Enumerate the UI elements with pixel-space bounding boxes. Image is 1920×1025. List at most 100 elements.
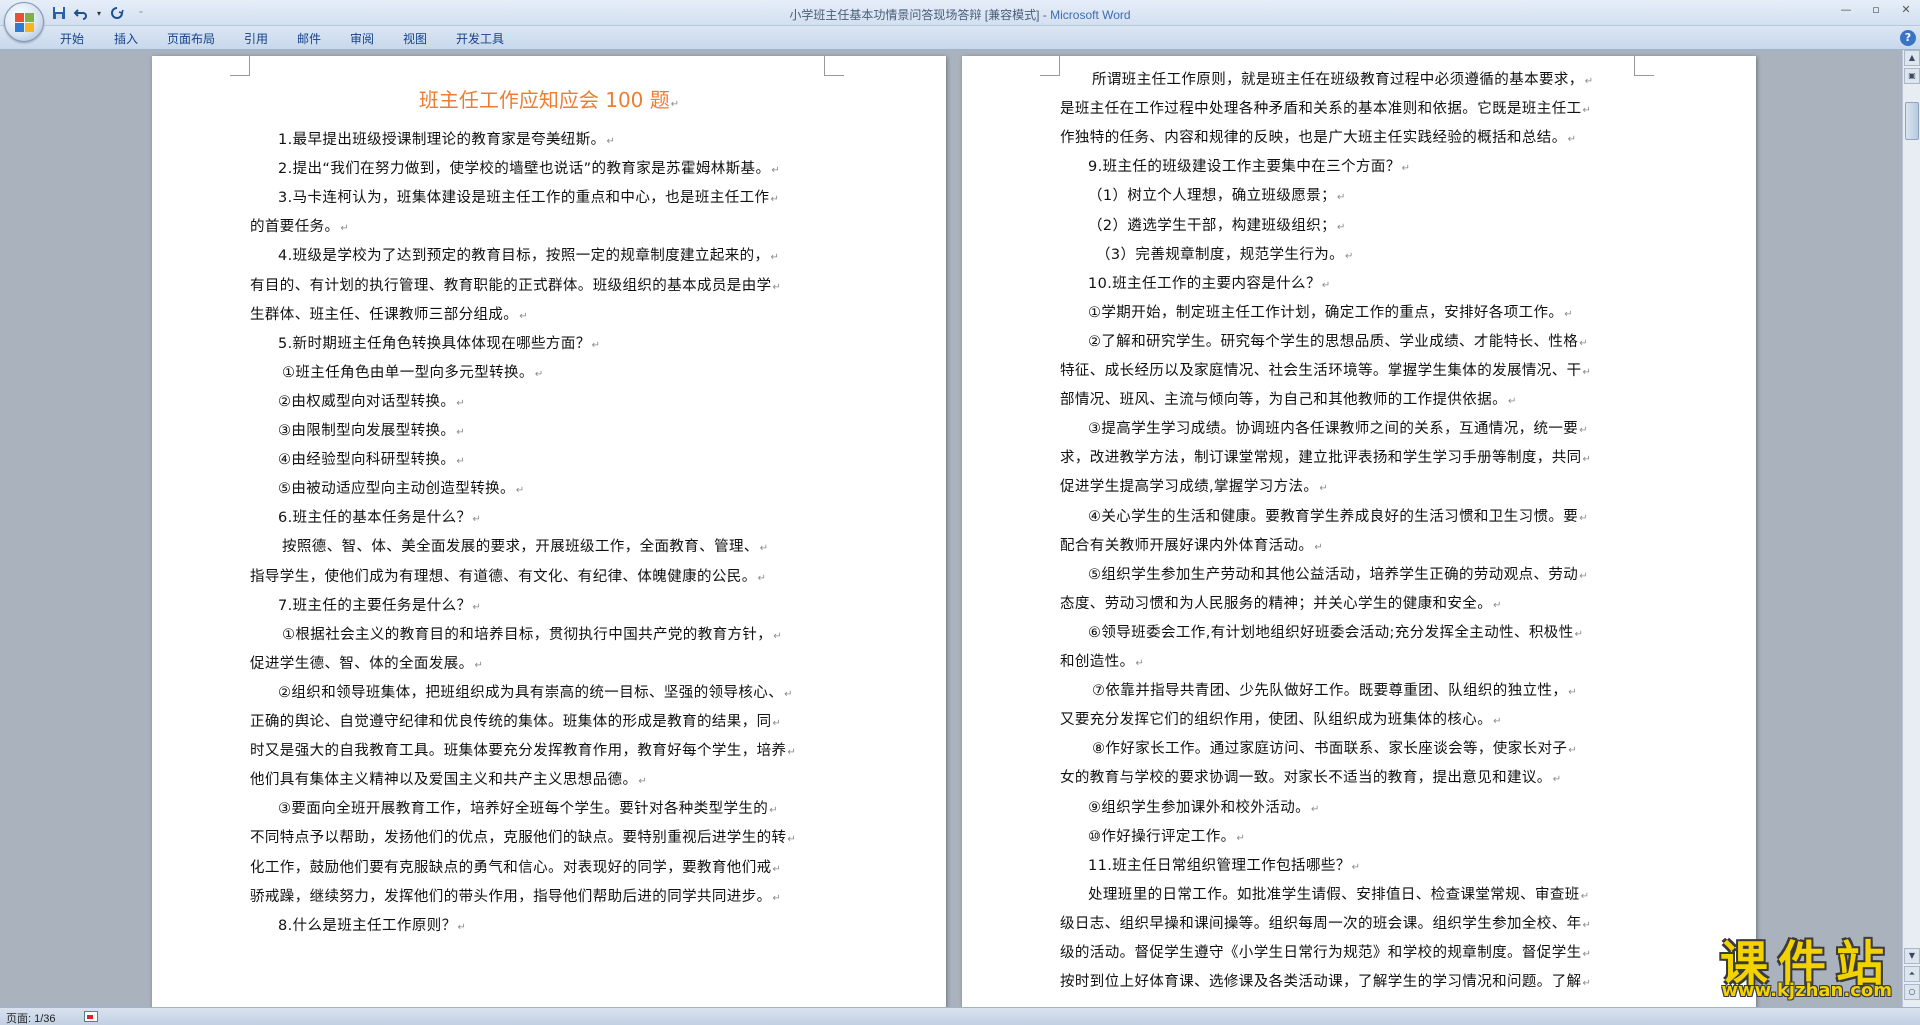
text-line-content: ①学期开始，制定班主任工作计划，确定工作的重点，安排好各项工作。 bbox=[1088, 304, 1564, 321]
text-line-content: 女的教育与学校的要求协调一致。对家长不适当的教育，提出意见和建议。 bbox=[1060, 770, 1552, 787]
text-line-content: 态度、劳动习惯和为人民服务的精神；并关心学生的健康和安全。 bbox=[1060, 595, 1493, 612]
paragraph-mark: ↵ bbox=[1582, 978, 1592, 990]
text-line: 10.班主任工作的主要内容是什么？↵ bbox=[1088, 272, 1331, 293]
text-line-content: 有目的、有计划的执行管理、教育职能的正式群体。班级组织的基本成员是由学 bbox=[250, 277, 772, 294]
help-icon[interactable]: ? bbox=[1900, 30, 1916, 46]
text-line: 8.什么是班主任工作原则？↵ bbox=[278, 914, 466, 935]
text-line-content: ②组织和领导班集体，把班组织成为具有崇高的统一目标、坚强的领导核心、 bbox=[278, 684, 784, 701]
text-line: ②了解和研究学生。研究每个学生的思想品质、学业成绩、才能特长、性格↵ bbox=[1088, 330, 1588, 351]
previous-page-icon[interactable]: ⏶ bbox=[1904, 966, 1920, 982]
text-line: ②由权威型向对话型转换。↵ bbox=[278, 390, 465, 411]
text-line-content: ④由经验型向科研型转换。 bbox=[278, 452, 456, 469]
text-line-content: ②由权威型向对话型转换。 bbox=[278, 393, 456, 410]
paragraph-mark: ↵ bbox=[1236, 832, 1246, 844]
paragraph-mark: ↵ bbox=[1135, 658, 1145, 669]
document-heading-text: 班主任工作应知应会 100 题 bbox=[418, 88, 670, 112]
proofing-status-icon[interactable] bbox=[84, 1011, 98, 1022]
text-line: 级的活动。督促学生遵守《小学生日常行为规范》和学校的规章制度。督促学生↵ bbox=[1060, 941, 1591, 962]
text-line-content: （1）树立个人理想，确立班级愿景； bbox=[1088, 188, 1337, 205]
text-line: ③要面向全班开展教育工作，培养好全班每个学生。要针对各种类型学生的↵ bbox=[278, 797, 778, 818]
paragraph-mark: ↵ bbox=[772, 281, 782, 293]
paragraph-mark: ↵ bbox=[1311, 803, 1320, 815]
text-line: 促进学生提高学习成绩,掌握学习方法。↵ bbox=[1060, 475, 1328, 496]
text-line-content: 3.马卡连柯认为，班集体建设是班主任工作的重点和中心，也是班主任工作 bbox=[278, 190, 770, 207]
close-icon[interactable]: ✕ bbox=[1898, 3, 1914, 16]
paragraph-mark: ↵ bbox=[1579, 337, 1588, 349]
paragraph-mark: ↵ bbox=[472, 601, 482, 613]
paragraph-mark: ↵ bbox=[1345, 250, 1354, 262]
text-line: 配合有关教师开展好课内外体育活动。↵ bbox=[1060, 534, 1323, 555]
browse-object-icon[interactable]: ○ bbox=[1904, 984, 1920, 1000]
text-line-content: 11.班主任日常组织管理工作包括哪些？ bbox=[1088, 857, 1351, 874]
text-line-content: 生群体、班主任、任课教师三部分组成。 bbox=[250, 306, 519, 323]
page-number-status[interactable]: 页面: 1/36 bbox=[6, 1010, 56, 1025]
text-line-content: ⑤组织学生参加生产劳动和其他公益活动，培养学生正确的劳动观点、劳动 bbox=[1088, 566, 1579, 583]
paragraph-mark: ↵ bbox=[1351, 861, 1361, 873]
tab-review[interactable]: 审阅 bbox=[350, 30, 374, 47]
text-line-content: 8.什么是班主任工作原则？ bbox=[278, 917, 457, 934]
paragraph-mark: ↵ bbox=[757, 572, 767, 584]
text-line-content: 5.新时期班主任角色转换具体体现在哪些方面？ bbox=[278, 335, 591, 352]
text-line-content: ⑤由被动适应型向主动创造型转换。 bbox=[278, 481, 515, 498]
paragraph-mark: ↵ bbox=[1337, 221, 1346, 233]
paragraph-mark: ↵ bbox=[1552, 774, 1562, 786]
text-line-content: 是班主任在工作过程中处理各种矛盾和关系的基本准则和依据。它既是班主任工 bbox=[1060, 101, 1582, 118]
document-page-2[interactable]: 所谓班主任工作原则，就是班主任在班级教育过程中必须遵循的基本要求，↵ 是班主任在工… bbox=[962, 56, 1756, 1007]
paragraph-mark: ↵ bbox=[1580, 890, 1590, 902]
minimize-icon[interactable]: — bbox=[1838, 3, 1854, 16]
paragraph-mark: ↵ bbox=[787, 834, 797, 846]
text-line-content: 时又是强大的自我教育工具。班集体要充分发挥教育作用，教育好每个学生，培养 bbox=[250, 743, 787, 760]
text-line-content: ⑥领导班委会工作,有计划地组织好班委会活动;充分发挥全主动性、积极性 bbox=[1088, 624, 1574, 641]
title-bar: ▾ ⁼ 小学班主任基本功情景问答现场答辩 [兼容模式] - Microsoft … bbox=[0, 0, 1920, 42]
text-line: （2）遴选学生干部，构建班级组织；↵ bbox=[1088, 214, 1346, 235]
text-line: 所谓班主任工作原则，就是班主任在班级教育过程中必须遵循的基本要求，↵ bbox=[1092, 68, 1593, 89]
tab-mailings[interactable]: 邮件 bbox=[297, 30, 321, 47]
status-bar: 页面: 1/36 bbox=[0, 1007, 1920, 1025]
document-title: 小学班主任基本功情景问答现场答辩 [兼容模式] bbox=[789, 8, 1040, 22]
paragraph-mark: ↵ bbox=[456, 397, 466, 409]
text-line-content: ⑦依靠并指导共青团、少先队做好工作。既要尊重团、队组织的独立性， bbox=[1092, 683, 1568, 700]
text-line-content: 和创造性。 bbox=[1060, 654, 1135, 670]
paragraph-mark: ↵ bbox=[1508, 396, 1517, 408]
text-line-content: ③由限制型向发展型转换。 bbox=[278, 423, 456, 439]
scroll-thumb[interactable] bbox=[1905, 102, 1919, 140]
text-line-content: 他们具有集体主义精神以及爱国主义和共产主义思想品德。 bbox=[250, 772, 638, 789]
text-line-content: 级日志、组织早操和课间操等。组织每周一次的班会课。组织学生参加全校、年 bbox=[1060, 915, 1582, 932]
paragraph-mark: ↵ bbox=[1567, 134, 1577, 146]
paragraph-mark: ↵ bbox=[1401, 163, 1411, 175]
paragraph-mark: ↵ bbox=[519, 310, 528, 322]
text-line: 作独特的任务、内容和规律的反映，也是广大班主任实践经验的概括和总结。↵ bbox=[1060, 126, 1576, 147]
text-line: 和创造性。↵ bbox=[1060, 650, 1144, 671]
margin-corner-mark bbox=[230, 56, 250, 76]
maximize-icon[interactable]: ▫ bbox=[1868, 3, 1884, 16]
text-line-content: 部情况、班风、主流与倾向等，为自己和其他教师的工作提供依据。 bbox=[1060, 392, 1507, 409]
text-line-content: 2.提出“我们在努力做到，使学校的墙壁也说话”的教育家是苏霍姆林斯基。 bbox=[278, 161, 771, 178]
tab-insert[interactable]: 插入 bbox=[114, 30, 138, 47]
tab-references[interactable]: 引用 bbox=[244, 30, 268, 47]
scroll-up-icon[interactable]: ▲ bbox=[1904, 50, 1920, 66]
paragraph-mark: ↵ bbox=[515, 485, 525, 497]
text-line: ④由经验型向科研型转换。↵ bbox=[278, 448, 465, 469]
text-line: ③提高学生学习成绩。协调班内各任课教师之间的关系，互通情况，统一要↵ bbox=[1088, 417, 1588, 438]
paragraph-mark: ↵ bbox=[1568, 687, 1578, 699]
window-title: 小学班主任基本功情景问答现场答辩 [兼容模式] - Microsoft Word bbox=[0, 6, 1920, 23]
text-line: 态度、劳动习惯和为人民服务的精神；并关心学生的健康和安全。↵ bbox=[1060, 592, 1502, 613]
vertical-scrollbar[interactable]: ▲ ▣ ▼ ⏶ ○ bbox=[1902, 50, 1920, 1007]
text-line-content: 骄戒躁，继续努力，发挥他们的带头作用，指导他们帮助后进的同学共同进步。 bbox=[250, 888, 772, 905]
paragraph-mark: ↵ bbox=[770, 252, 780, 264]
paragraph-mark: ↵ bbox=[1579, 570, 1588, 582]
tab-page-layout[interactable]: 页面布局 bbox=[167, 30, 215, 47]
scroll-down-icon[interactable]: ▼ bbox=[1904, 948, 1920, 964]
text-line-content: 按照德、智、体、美全面发展的要求，开展班级工作，全面教育、管理、 bbox=[282, 539, 759, 556]
office-button[interactable] bbox=[4, 2, 44, 42]
tab-developer[interactable]: 开发工具 bbox=[456, 30, 504, 47]
margin-corner-mark bbox=[1040, 56, 1060, 76]
ruler-toggle-icon[interactable]: ▣ bbox=[1904, 68, 1920, 84]
tab-home[interactable]: 开始 bbox=[60, 30, 84, 47]
document-page-1[interactable]: 班主任工作应知应会 100 题↵ ↵ 1.最早提出班级授课制理论的教育家是夸美纽… bbox=[152, 56, 946, 1007]
paragraph-mark: ↵ bbox=[591, 339, 601, 351]
tab-view[interactable]: 视图 bbox=[403, 30, 427, 47]
text-line-content: ⑨组织学生参加课外和校外活动。 bbox=[1088, 799, 1310, 816]
text-line: 是班主任在工作过程中处理各种矛盾和关系的基本准则和依据。它既是班主任工↵ bbox=[1060, 97, 1591, 118]
paragraph-mark: ↵ bbox=[784, 688, 793, 700]
